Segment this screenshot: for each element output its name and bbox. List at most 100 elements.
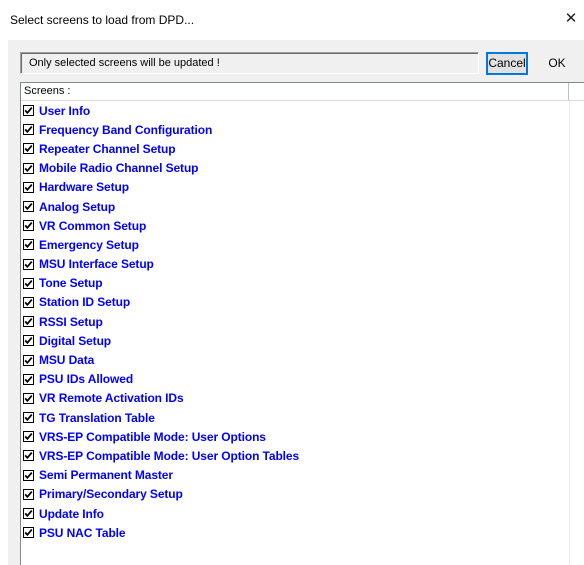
- list-item[interactable]: VRS-EP Compatible Mode: User Option Tabl…: [21, 446, 569, 465]
- list-item[interactable]: VR Common Setup: [21, 216, 569, 235]
- checkbox[interactable]: [23, 527, 34, 539]
- list-item[interactable]: Update Info: [21, 504, 569, 523]
- checkbox[interactable]: [23, 201, 34, 213]
- list-item-label: VR Common Setup: [39, 218, 147, 233]
- checkbox[interactable]: [23, 488, 34, 500]
- checkmark-icon: [24, 490, 33, 499]
- list-item-label: User Info: [39, 103, 91, 118]
- list-item-label: RSSI Setup: [39, 314, 103, 329]
- checkbox[interactable]: [23, 162, 34, 174]
- list-item[interactable]: TG Translation Table: [21, 408, 569, 427]
- list-item-label: Semi Permanent Master: [39, 468, 173, 483]
- list-item-label: Primary/Secondary Setup: [39, 487, 183, 502]
- checkmark-icon: [24, 318, 33, 326]
- list-item[interactable]: Hardware Setup: [21, 178, 569, 197]
- dialog-body: Only selected screens will be updated ! …: [8, 40, 584, 565]
- checkmark-icon: [24, 164, 33, 172]
- column-header-screens[interactable]: Screens :: [21, 83, 569, 100]
- checkmark-icon: [24, 356, 33, 364]
- checkbox[interactable]: [23, 239, 34, 251]
- list-item-label: TG Translation Table: [39, 410, 155, 425]
- checkmark-icon: [24, 241, 33, 249]
- close-icon[interactable]: ✕: [560, 8, 582, 30]
- ok-button[interactable]: OK: [534, 52, 580, 75]
- list-item-label: MSU Data: [39, 353, 95, 368]
- list-item-label: Hardware Setup: [39, 180, 129, 195]
- cancel-button[interactable]: Cancel: [486, 52, 528, 75]
- checkmark-icon: [24, 510, 33, 518]
- list-item[interactable]: PSU IDs Allowed: [21, 370, 569, 389]
- checkbox[interactable]: [23, 143, 34, 155]
- list-item-label: Repeater Channel Setup: [39, 141, 176, 156]
- list-item[interactable]: Semi Permanent Master: [21, 466, 569, 485]
- list-item[interactable]: Frequency Band Configuration: [21, 120, 569, 139]
- list-item-label: Update Info: [39, 506, 104, 521]
- checkbox[interactable]: [23, 508, 34, 520]
- list-header: Screens :: [21, 83, 584, 101]
- checkmark-icon: [24, 107, 33, 115]
- checkmark-icon: [24, 126, 33, 134]
- list-item[interactable]: RSSI Setup: [21, 312, 569, 331]
- list-item[interactable]: User Info: [21, 101, 569, 120]
- list-rows: User Info Frequency Band Configuration Rep…: [21, 101, 569, 542]
- checkmark-icon: [24, 471, 33, 479]
- checkbox[interactable]: [23, 124, 34, 136]
- checkbox[interactable]: [23, 277, 34, 289]
- checkmark-icon: [24, 222, 33, 230]
- list-item-label: VRS-EP Compatible Mode: User Options: [39, 429, 266, 444]
- checkmark-icon: [24, 529, 33, 537]
- checkbox[interactable]: [23, 258, 34, 270]
- checkmark-icon: [24, 145, 33, 153]
- checkbox[interactable]: [23, 354, 34, 366]
- list-item-label: Digital Setup: [39, 333, 112, 348]
- list-item[interactable]: Analog Setup: [21, 197, 569, 216]
- checkbox[interactable]: [23, 392, 34, 404]
- list-item[interactable]: Emergency Setup: [21, 235, 569, 254]
- list-item-label: PSU NAC Table: [39, 525, 126, 540]
- column-header-filler: [569, 83, 584, 100]
- checkmark-icon: [24, 298, 33, 307]
- checkmark-icon: [24, 414, 33, 422]
- checkbox[interactable]: [23, 316, 34, 328]
- list-item[interactable]: Primary/Secondary Setup: [21, 485, 569, 504]
- checkmark-icon: [24, 279, 33, 287]
- column-divider: [569, 101, 570, 565]
- list-item[interactable]: Station ID Setup: [21, 293, 569, 312]
- list-item[interactable]: MSU Interface Setup: [21, 255, 569, 274]
- screens-list[interactable]: Screens : User Info Frequency Band Config…: [20, 82, 584, 565]
- list-item[interactable]: Mobile Radio Channel Setup: [21, 159, 569, 178]
- checkbox[interactable]: [23, 296, 34, 308]
- checkbox[interactable]: [23, 373, 34, 385]
- checkbox[interactable]: [23, 412, 34, 424]
- checkbox[interactable]: [23, 469, 34, 481]
- list-item[interactable]: Repeater Channel Setup: [21, 139, 569, 158]
- list-item[interactable]: Digital Setup: [21, 331, 569, 350]
- title-bar: Select screens to load from DPD... ✕: [0, 0, 584, 40]
- checkmark-icon: [24, 337, 33, 345]
- list-item[interactable]: PSU NAC Table: [21, 523, 569, 542]
- list-item-label: Tone Setup: [39, 276, 103, 291]
- list-item[interactable]: MSU Data: [21, 350, 569, 369]
- list-item-label: Mobile Radio Channel Setup: [39, 161, 199, 176]
- info-message: Only selected screens will be updated !: [20, 52, 479, 74]
- list-item[interactable]: VRS-EP Compatible Mode: User Options: [21, 427, 569, 446]
- list-item-label: Station ID Setup: [39, 295, 131, 310]
- list-item-label: Emergency Setup: [39, 237, 139, 252]
- checkmark-icon: [24, 375, 33, 383]
- checkmark-icon: [24, 433, 33, 441]
- checkmark-icon: [24, 183, 33, 192]
- checkbox[interactable]: [23, 450, 34, 462]
- list-item[interactable]: VR Remote Activation IDs: [21, 389, 569, 408]
- list-item-label: VR Remote Activation IDs: [39, 391, 184, 406]
- checkbox[interactable]: [23, 335, 34, 347]
- checkbox[interactable]: [23, 181, 34, 193]
- checkbox[interactable]: [23, 431, 34, 443]
- checkmark-icon: [24, 394, 33, 403]
- list-item-label: MSU Interface Setup: [39, 257, 154, 272]
- checkmark-icon: [24, 452, 33, 460]
- list-item-label: VRS-EP Compatible Mode: User Option Tabl…: [39, 448, 300, 463]
- list-item[interactable]: Tone Setup: [21, 274, 569, 293]
- checkbox[interactable]: [23, 105, 34, 117]
- checkbox[interactable]: [23, 220, 34, 232]
- checkmark-icon: [24, 260, 33, 268]
